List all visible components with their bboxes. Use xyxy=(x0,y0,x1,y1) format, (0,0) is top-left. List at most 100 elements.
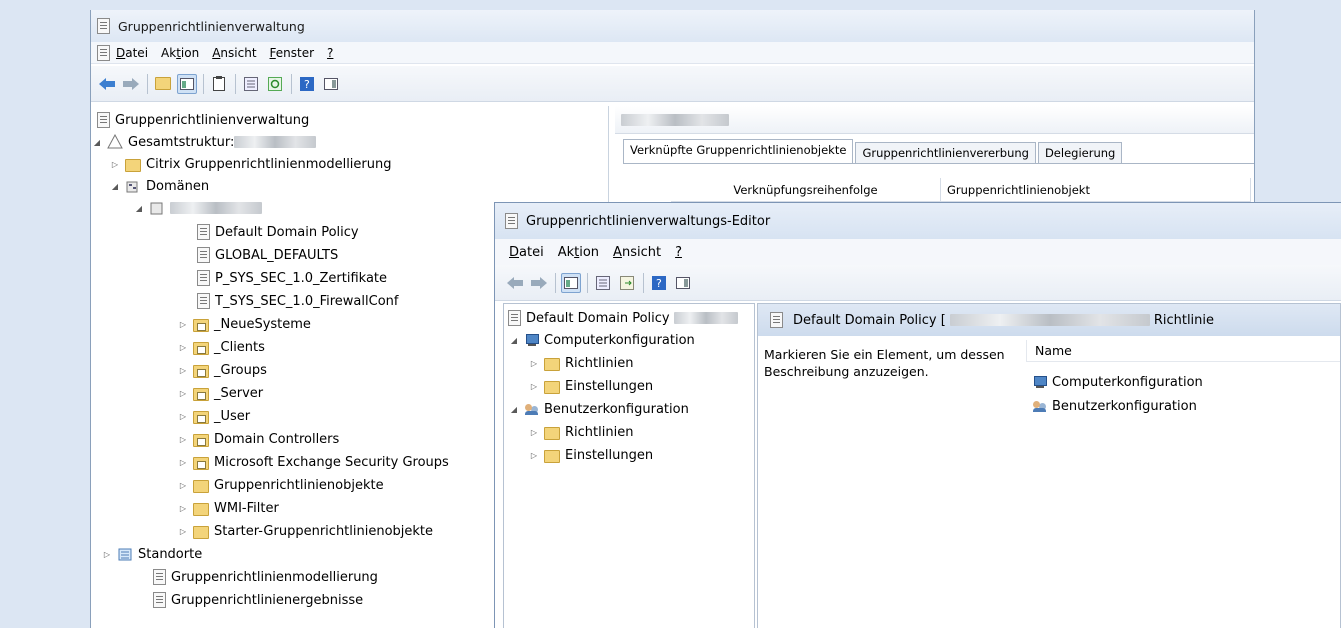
show-tree-icon[interactable] xyxy=(177,73,197,94)
menu-fenster[interactable]: Fenster xyxy=(270,46,315,60)
tree-item-computer-config[interactable]: ◢ Computerkonfiguration xyxy=(508,330,695,350)
collapsed-arrow-icon[interactable]: ▷ xyxy=(177,504,189,513)
ou-folder-icon xyxy=(193,410,209,424)
expanded-arrow-icon[interactable]: ◢ xyxy=(508,405,520,414)
back-arrow-icon[interactable] xyxy=(505,273,525,293)
collapsed-arrow-icon[interactable]: ▷ xyxy=(101,550,113,559)
tree-item-wmi-filter[interactable]: ▷ WMI-Filter xyxy=(177,498,279,518)
properties-icon[interactable] xyxy=(241,74,261,94)
collapsed-arrow-icon[interactable]: ▷ xyxy=(528,451,540,460)
toolbar: ? xyxy=(91,66,1254,102)
gpo-icon xyxy=(770,312,783,328)
column-header-name[interactable]: Name xyxy=(1026,340,1340,362)
action-pane-icon[interactable] xyxy=(321,74,341,94)
tree-item-ou[interactable]: ▷ Microsoft Exchange Security Groups xyxy=(177,452,449,472)
ou-folder-icon xyxy=(193,433,209,447)
gpmc-icon xyxy=(97,112,110,128)
list-item-computer-config[interactable]: Computerkonfiguration xyxy=(1032,372,1203,392)
tree-item-gpo-link[interactable]: T_SYS_SEC_1.0_FirewallConf xyxy=(197,291,398,311)
tree-item-domains[interactable]: ◢ Domänen xyxy=(109,176,209,196)
forward-arrow-icon[interactable] xyxy=(121,74,141,94)
tree-item-gpo-container[interactable]: ▷ Gruppenrichtlinienobjekte xyxy=(177,475,384,495)
collapsed-arrow-icon[interactable]: ▷ xyxy=(528,382,540,391)
system-menu-icon[interactable] xyxy=(97,44,110,61)
results-icon xyxy=(153,592,166,608)
tree-item-gpo-link[interactable]: Default Domain Policy xyxy=(197,222,359,242)
tree-item-computer-settings[interactable]: ▷ Einstellungen xyxy=(528,376,653,396)
properties-icon[interactable] xyxy=(593,273,613,293)
menu-datei[interactable]: Datei xyxy=(509,245,544,260)
editor-app-icon xyxy=(505,213,518,229)
up-folder-icon[interactable] xyxy=(153,74,173,94)
show-tree-icon[interactable] xyxy=(561,272,581,293)
menu-ansicht[interactable]: Ansicht xyxy=(613,245,661,260)
tab-delegation[interactable]: Delegierung xyxy=(1037,142,1123,163)
domain-icon xyxy=(149,200,165,216)
tree-item-computer-policies[interactable]: ▷ Richtlinien xyxy=(528,353,633,373)
collapsed-arrow-icon[interactable]: ▷ xyxy=(177,458,189,467)
tab-linked-gpos[interactable]: Verknüpfte Gruppenrichtlinienobjekte xyxy=(623,139,854,163)
tree-item-gpo-link[interactable]: GLOBAL_DEFAULTS xyxy=(197,245,338,265)
export-list-icon[interactable] xyxy=(617,273,637,293)
tree-item-user-config[interactable]: ◢ Benutzerkonfiguration xyxy=(508,399,689,419)
tree-item-modeling[interactable]: Gruppenrichtlinienmodellierung xyxy=(153,567,378,587)
action-pane-icon[interactable] xyxy=(673,273,693,293)
help-icon[interactable]: ? xyxy=(649,273,669,293)
collapsed-arrow-icon[interactable]: ▷ xyxy=(177,389,189,398)
folder-icon xyxy=(544,380,560,394)
menu-ansicht[interactable]: Ansicht xyxy=(212,46,256,60)
tree-item-user-settings[interactable]: ▷ Einstellungen xyxy=(528,445,653,465)
tree-item-root[interactable]: Gruppenrichtlinienverwaltung xyxy=(97,110,309,130)
collapsed-arrow-icon[interactable]: ▷ xyxy=(177,527,189,536)
tree-item-forest[interactable]: ◢ Gesamtstruktur: xyxy=(91,132,317,152)
collapsed-arrow-icon[interactable]: ▷ xyxy=(177,366,189,375)
collapsed-arrow-icon[interactable]: ▷ xyxy=(109,160,121,169)
tree-item-user-policies[interactable]: ▷ Richtlinien xyxy=(528,422,633,442)
menu-help[interactable]: ? xyxy=(327,46,333,60)
tree-item-ou[interactable]: ▷ _NeueSysteme xyxy=(177,314,311,334)
wmi-filter-icon xyxy=(193,502,209,516)
collapsed-arrow-icon[interactable]: ▷ xyxy=(177,320,189,329)
refresh-icon[interactable] xyxy=(265,74,285,94)
tree-item-domain[interactable]: ◢ xyxy=(136,198,262,218)
clipboard-icon[interactable] xyxy=(209,74,229,94)
collapsed-arrow-icon[interactable]: ▷ xyxy=(177,481,189,490)
tree-item-starter-gpo[interactable]: ▷ Starter-Gruppenrichtlinienobjekte xyxy=(177,521,433,541)
tree-item-sites[interactable]: ▷ Standorte xyxy=(101,544,202,564)
menu-aktion[interactable]: Aktion xyxy=(558,245,599,260)
expanded-arrow-icon[interactable]: ◢ xyxy=(508,336,520,345)
collapsed-arrow-icon[interactable]: ▷ xyxy=(177,412,189,421)
forward-arrow-icon[interactable] xyxy=(529,273,549,293)
toolbar-separator xyxy=(147,73,148,94)
help-icon[interactable]: ? xyxy=(297,74,317,94)
gpmc-app-icon xyxy=(97,18,110,34)
tree-item-gpo-link[interactable]: P_SYS_SEC_1.0_Zertifikate xyxy=(197,268,387,288)
toolbar-separator xyxy=(643,272,644,293)
tree-item-ou[interactable]: ▷ _Clients xyxy=(177,337,265,357)
collapsed-arrow-icon[interactable]: ▷ xyxy=(177,343,189,352)
list-item-user-config[interactable]: Benutzerkonfiguration xyxy=(1032,396,1197,416)
column-header-link-order[interactable]: Verknüpfungsreihenfolge xyxy=(671,178,941,202)
tree-item-results[interactable]: Gruppenrichtlinienergebnisse xyxy=(153,590,363,610)
back-arrow-icon[interactable] xyxy=(97,74,117,94)
expanded-arrow-icon[interactable]: ◢ xyxy=(91,138,103,147)
tab-inheritance[interactable]: Gruppenrichtlinienvererbung xyxy=(855,142,1036,163)
tree-item-ou[interactable]: ▷ _User xyxy=(177,406,250,426)
users-icon xyxy=(524,402,540,416)
sites-icon xyxy=(117,546,133,562)
tree-item-policy-root[interactable]: Default Domain Policy xyxy=(508,308,738,328)
menu-bar: Datei Aktion Ansicht Fenster ? xyxy=(91,42,1254,64)
tree-item-ou[interactable]: ▷ _Groups xyxy=(177,360,267,380)
menu-aktion[interactable]: Aktion xyxy=(161,46,199,60)
collapsed-arrow-icon[interactable]: ▷ xyxy=(177,435,189,444)
tree-item-ou[interactable]: ▷ _Server xyxy=(177,383,263,403)
menu-help[interactable]: ? xyxy=(675,245,682,260)
column-header-gpo[interactable]: Gruppenrichtlinienobjekt xyxy=(941,178,1251,202)
collapsed-arrow-icon[interactable]: ▷ xyxy=(528,428,540,437)
menu-datei[interactable]: Datei xyxy=(116,46,148,60)
expanded-arrow-icon[interactable]: ◢ xyxy=(109,182,121,191)
tree-item-ou[interactable]: ▷ Domain Controllers xyxy=(177,429,339,449)
expanded-arrow-icon[interactable]: ◢ xyxy=(133,204,145,213)
tree-item-citrix[interactable]: ▷ Citrix Gruppenrichtlinienmodellierung xyxy=(109,154,392,174)
collapsed-arrow-icon[interactable]: ▷ xyxy=(528,359,540,368)
